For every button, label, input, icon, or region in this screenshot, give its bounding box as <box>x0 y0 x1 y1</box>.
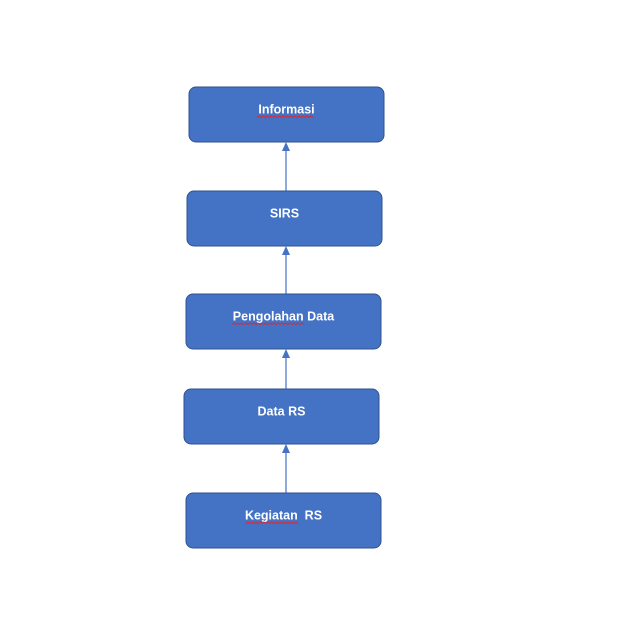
node-data-rs-label: Data RS <box>258 404 306 418</box>
node-data-rs: Data RS <box>183 388 380 445</box>
node-kegiatan-rs: Kegiatan RS <box>185 492 382 549</box>
node-kegiatan-rs-label: Kegiatan RS <box>245 508 322 522</box>
node-informasi-label: Informasi <box>258 102 314 116</box>
connector-sirs-to-informasi <box>282 142 290 191</box>
connector-data-to-pengolahan <box>282 349 290 389</box>
connector-pengolahan-to-sirs <box>282 246 290 294</box>
node-pengolahan-data-label: Pengolahan Data <box>233 309 335 323</box>
node-informasi: Informasi <box>188 86 385 143</box>
node-sirs: SIRS <box>186 190 383 247</box>
node-pengolahan-data: Pengolahan Data <box>185 293 382 350</box>
node-sirs-label: SIRS <box>270 206 299 220</box>
connector-kegiatan-to-data <box>282 444 290 493</box>
flow-diagram: Informasi SIRS Pengolahan Data Data RS K… <box>183 86 385 549</box>
